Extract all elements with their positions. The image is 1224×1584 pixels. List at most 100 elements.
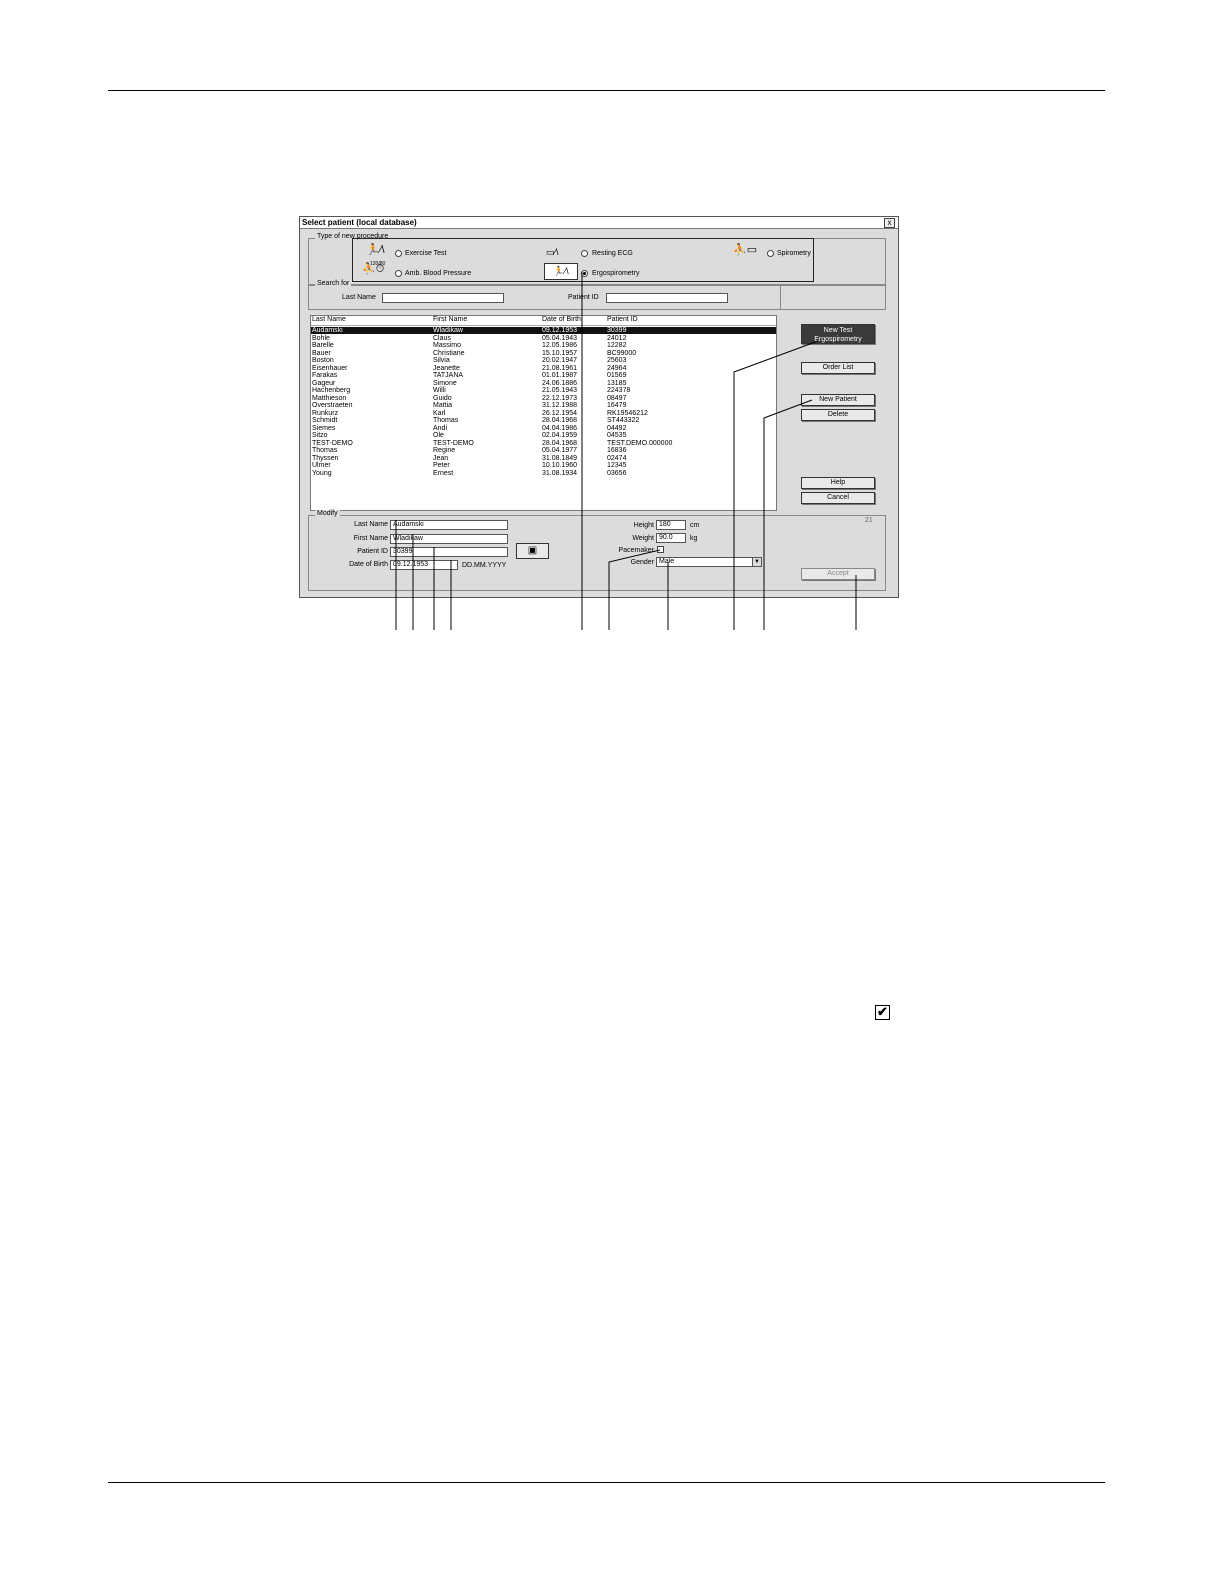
modify-dob-label: Date of Birth [349, 561, 388, 568]
radio-ergospirometry[interactable] [581, 270, 588, 277]
cell-date-of-birth: 12.05.1986 [542, 342, 578, 349]
search-patient-id-label: Patient ID [568, 294, 599, 301]
table-row[interactable]: Sitzo Ole 02.04.1959 04535 [311, 432, 776, 439]
cancel-button[interactable]: Cancel [801, 492, 875, 504]
cell-date-of-birth: 05.04.1943 [542, 334, 578, 342]
cell-first-name: Massimo [433, 342, 462, 349]
card-reader-button[interactable]: ▣ [516, 543, 549, 559]
label-exercise-test: Exercise Test [405, 250, 447, 257]
gender-label: Gender [630, 559, 654, 566]
table-row[interactable]: Farakas TATJANA 01.01.1987 01569 [311, 372, 776, 379]
modify-last-name-label: Last Name [354, 521, 388, 528]
cell-first-name: Christiane [433, 349, 465, 357]
table-row[interactable]: Siemes Andi 04.04.1986 04492 [311, 425, 776, 432]
column-header-date-of-birth[interactable]: Date of Birth [542, 316, 581, 323]
list-header-divider [311, 325, 776, 326]
cell-last-name: Runkurz [312, 409, 339, 417]
cell-patient-id: 16836 [607, 447, 627, 454]
cell-last-name: Thyssen [312, 454, 339, 462]
search-patient-id-input[interactable] [606, 293, 728, 303]
cell-last-name: Hachenberg [312, 387, 351, 394]
cell-last-name: Boston [312, 357, 334, 364]
cell-patient-id: 12345 [607, 462, 627, 469]
new-patient-button[interactable]: New Patient [801, 394, 875, 406]
card-reader-icon: ▣ [527, 545, 538, 556]
footer-rule [108, 1482, 1105, 1483]
radio-resting-ecg[interactable] [581, 250, 588, 257]
cell-first-name: Ernest [433, 469, 454, 477]
radio-exercise-test[interactable] [395, 250, 402, 257]
column-header-first-name[interactable]: First Name [433, 316, 467, 323]
table-row[interactable]: Bauer Christiane 15.10.1957 BC99000 [311, 350, 776, 357]
cell-date-of-birth: 31.08.1849 [542, 454, 578, 462]
cell-patient-id: RK19546212 [607, 409, 648, 417]
chevron-down-icon[interactable]: ▼ [752, 558, 761, 566]
table-row[interactable]: TEST-DEMO TEST-DEMO 28.04.1968 TEST.DEMO.00… [311, 440, 776, 447]
table-row[interactable]: Hachenberg Willi 21.05.1943 224378 [311, 387, 776, 394]
search-group-label: Search for [315, 280, 352, 287]
header-rule [108, 90, 1105, 91]
cell-last-name: Matthieson [312, 394, 347, 402]
gender-select[interactable]: Male ▼ [656, 557, 762, 567]
height-input[interactable]: 180 [656, 520, 686, 530]
order-list-button[interactable]: Order List [801, 362, 875, 374]
column-header-patient-id[interactable]: Patient ID [607, 316, 638, 323]
modify-first-name-input[interactable]: Wladikaw [390, 534, 508, 544]
help-button[interactable]: Help [801, 477, 875, 489]
close-button[interactable]: x [884, 218, 895, 228]
search-last-name-input[interactable] [382, 293, 504, 303]
ergospirometry-icon: 🏃⁄\ [544, 263, 578, 280]
cell-last-name: Gageur [312, 379, 336, 387]
bp-icon-text: 120/80 [370, 261, 386, 267]
table-row[interactable]: Barelle Massimo 12.05.1986 12282 [311, 342, 776, 349]
table-row[interactable]: Bohle Claus 05.04.1943 24012 [311, 335, 776, 342]
table-row[interactable]: Ulmer Peter 10.10.1960 12345 [311, 462, 776, 469]
cell-first-name: Jean [433, 454, 449, 462]
cell-first-name: Peter [433, 462, 450, 469]
cell-last-name: Schmidt [312, 417, 338, 424]
radio-spirometry[interactable] [767, 250, 774, 257]
cell-date-of-birth: 15.10.1957 [542, 349, 578, 357]
cell-patient-id: 24964 [607, 364, 627, 372]
new-test-ergospirometry-button[interactable]: New Test Ergospirometry [801, 324, 875, 344]
table-row[interactable]: Thyssen Jean 31.08.1849 02474 [311, 455, 776, 462]
cell-first-name: Thomas [433, 417, 459, 424]
table-row[interactable]: Gageur Simone 24.06.1886 13185 [311, 380, 776, 387]
cell-date-of-birth: 20.02.1947 [542, 357, 578, 364]
table-row[interactable]: Runkurz Karl 26.12.1954 RK19546212 [311, 410, 776, 417]
cell-date-of-birth: 09.12.1953 [542, 327, 578, 334]
accept-button[interactable]: Accept [801, 568, 875, 580]
pacemaker-checkbox[interactable] [657, 546, 664, 553]
table-row[interactable]: Eisenhauer Jeanette 21.08.1961 24964 [311, 365, 776, 372]
delete-button[interactable]: Delete [801, 409, 875, 421]
table-row[interactable]: Young Ernest 31.08.1934 03656 [311, 470, 776, 477]
table-row[interactable]: Matthieson Guido 22.12.1973 08497 [311, 395, 776, 402]
cell-last-name: Eisenhauer [312, 364, 348, 372]
cell-last-name: Bohle [312, 334, 330, 342]
weight-input[interactable]: 90.0 [656, 533, 686, 543]
table-row[interactable]: Thomas Regine 05.04.1977 16836 [311, 447, 776, 454]
table-row[interactable]: Boston Silvia 20.02.1947 25603 [311, 357, 776, 364]
cell-first-name: Claus [433, 334, 451, 342]
table-row[interactable]: Overstraeten Mattia 31.12.1988 16479 [311, 402, 776, 409]
cell-patient-id: 13185 [607, 379, 627, 387]
table-row[interactable]: Audamski Wladikaw 09.12.1953 30399 [311, 327, 776, 334]
modify-dob-input[interactable]: 09.12.1953 [390, 560, 458, 570]
cell-last-name: Audamski [312, 327, 343, 334]
cell-last-name: Sitzo [312, 432, 328, 439]
gender-value: Male [659, 558, 675, 565]
column-header-last-name[interactable]: Last Name [312, 316, 346, 323]
cell-patient-id: 03656 [607, 469, 627, 477]
select-patient-dialog: Select patient (local database) x Type o… [299, 216, 899, 598]
cell-last-name: Siemes [312, 424, 336, 432]
window-title: Select patient (local database) [302, 218, 417, 227]
radio-amb-blood-pressure[interactable] [395, 270, 402, 277]
cell-patient-id: TEST.DEMO.000000 [607, 439, 673, 447]
cell-last-name: Overstraeten [312, 402, 353, 409]
label-ergospirometry: Ergospirometry [592, 270, 640, 277]
table-row[interactable]: Schmidt Thomas 28.04.1968 ST443322 [311, 417, 776, 424]
patient-list[interactable]: Last Name First Name Date of Birth Patie… [310, 315, 777, 511]
modify-last-name-input[interactable]: Audamski [390, 520, 508, 530]
cell-date-of-birth: 26.12.1954 [542, 409, 578, 417]
modify-patient-id-input[interactable]: 30399 [390, 547, 508, 557]
